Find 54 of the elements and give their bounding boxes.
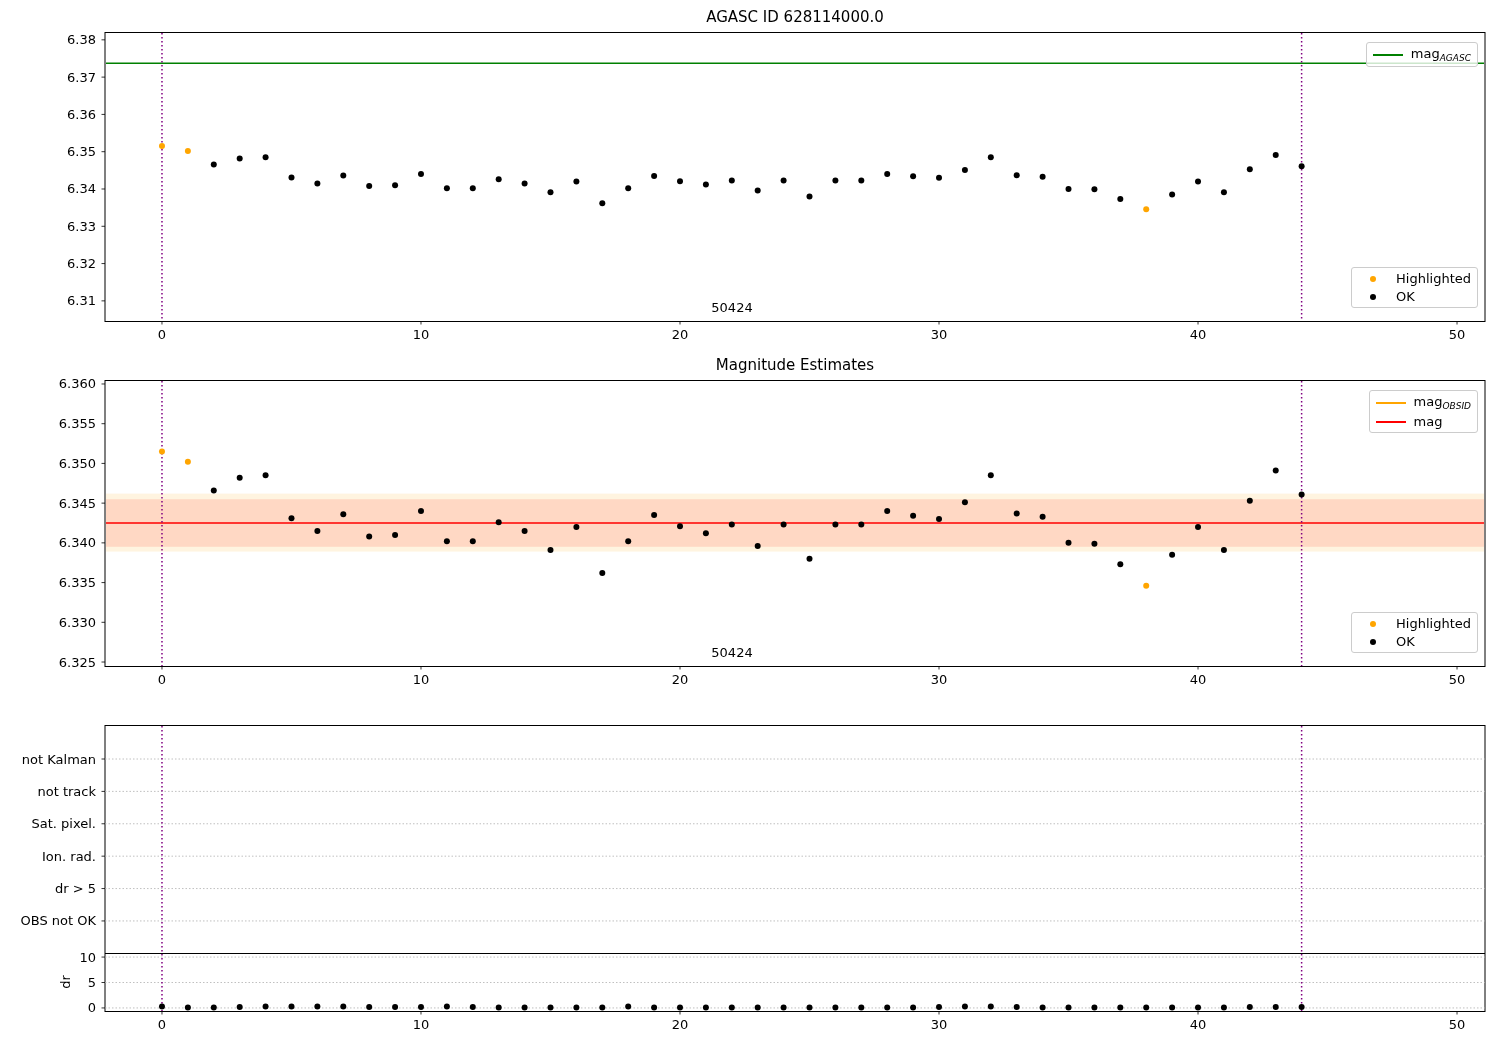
x-tick-label: 50 (1448, 1017, 1466, 1032)
y-tick-label: 0 (87, 1000, 96, 1016)
legend-label: OK (1396, 634, 1415, 649)
legend-label: mag$_{OBSID}$ (1413, 394, 1471, 411)
y-tick-label: OBS not OK (20, 913, 96, 929)
y-tick-label: 6.38 (67, 32, 96, 48)
chart-title: Magnitude Estimates (715, 356, 875, 374)
annotation-label: 50424 (711, 300, 753, 315)
legend-label: Highlighted (1396, 271, 1471, 286)
legend-label: OK (1396, 289, 1415, 304)
x-tick-label: 20 (671, 327, 689, 342)
y-tick-label: 6.345 (58, 495, 96, 511)
x-tick-label: 50 (1448, 327, 1466, 342)
y-tick-label: not track (37, 783, 96, 799)
legend-label: mag (1413, 414, 1443, 429)
y-tick-label: 6.36 (67, 106, 96, 122)
y-tick-label: 6.335 (58, 575, 96, 591)
y-tick-label: 6.340 (58, 535, 96, 551)
annotation-label: 50424 (711, 645, 753, 660)
x-tick-label: 10 (412, 1017, 430, 1032)
x-tick-label: 40 (1189, 327, 1207, 342)
chart-title: AGASC ID 628114000.0 (706, 8, 884, 26)
legend-label: mag$_{AGASC}$ (1410, 46, 1471, 63)
y-tick-label: 6.37 (67, 69, 96, 85)
y-tick-label: 5 (87, 975, 96, 990)
x-tick-label: 30 (930, 327, 948, 342)
y-tick-label: 6.33 (67, 218, 96, 234)
legend-label: Highlighted (1396, 616, 1471, 631)
x-tick-label: 0 (157, 1017, 167, 1032)
x-tick-label: 30 (930, 1017, 948, 1032)
y-tick-label: 6.32 (67, 256, 96, 272)
y-tick-label: Ion. rad. (42, 848, 96, 864)
x-tick-label: 0 (157, 327, 167, 342)
y-tick-label: 6.31 (67, 293, 96, 309)
x-tick-label: 0 (157, 672, 167, 687)
x-tick-label: 10 (412, 672, 430, 687)
y-tick-label: not Kalman (21, 751, 96, 767)
x-tick-label: 10 (412, 327, 430, 342)
x-tick-label: 40 (1189, 1017, 1207, 1032)
x-tick-label: 20 (671, 1017, 689, 1032)
x-tick-label: 40 (1189, 672, 1207, 687)
y-tick-label: Sat. pixel. (31, 816, 96, 832)
y-tick-label: 6.330 (58, 614, 96, 630)
x-tick-label: 20 (671, 672, 689, 687)
x-tick-label: 30 (930, 672, 948, 687)
y-tick-label: 6.355 (58, 416, 96, 432)
y-tick-label: 6.35 (67, 144, 96, 160)
y-tick-label: 6.350 (58, 455, 96, 471)
y-tick-label: 6.34 (67, 181, 96, 197)
y-tick-label: 6.325 (58, 654, 96, 670)
x-tick-label: 50 (1448, 672, 1466, 687)
y-axis-label: dr (58, 975, 73, 989)
y-tick-label: 6.360 (58, 376, 96, 392)
y-tick-label: dr > 5 (54, 881, 96, 897)
